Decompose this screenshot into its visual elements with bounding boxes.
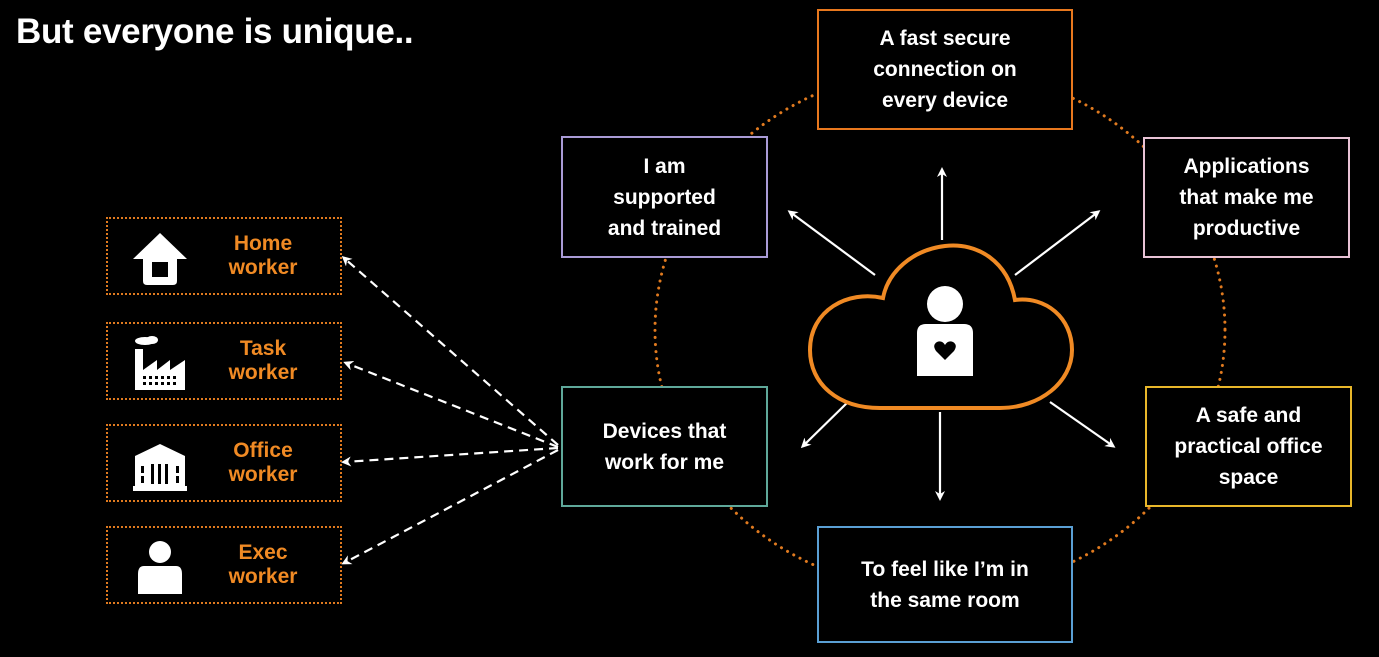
need-box-same-room: To feel like I’m in the same room <box>817 526 1073 643</box>
arrow-to-applications <box>1014 210 1101 276</box>
user-head-icon <box>927 286 963 322</box>
factory-icon <box>135 336 185 390</box>
house-icon <box>133 233 187 285</box>
worker-card-exec: Exec worker <box>106 526 342 604</box>
worker-label: Exec worker <box>228 541 298 588</box>
arrow-to-office-space <box>1049 401 1116 448</box>
need-box-applications: Applications that make me productive <box>1143 137 1350 258</box>
arrow-to-home-worker <box>341 256 559 446</box>
worker-label: Task worker <box>228 337 298 384</box>
worker-card-home: Home worker <box>106 217 342 295</box>
central-cloud <box>807 243 1075 410</box>
need-box-office-space: A safe and practical office space <box>1145 386 1352 507</box>
worker-label: Office worker <box>228 439 298 486</box>
arrow-to-devices <box>800 399 851 449</box>
worker-card-office: Office worker <box>106 424 342 502</box>
need-box-supported: I am supported and trained <box>561 136 768 258</box>
need-box-connection: A fast secure connection on every device <box>817 9 1073 130</box>
arrow-to-exec-worker <box>341 449 559 565</box>
office-building-icon <box>133 444 187 491</box>
need-box-devices: Devices that work for me <box>561 386 768 507</box>
worker-label: Home worker <box>228 232 298 279</box>
worker-card-task: Task worker <box>106 322 342 400</box>
person-icon <box>138 541 182 594</box>
arrow-to-supported <box>787 210 876 276</box>
arrow-to-task-worker <box>343 360 559 449</box>
arrow-to-office-worker <box>341 446 559 467</box>
